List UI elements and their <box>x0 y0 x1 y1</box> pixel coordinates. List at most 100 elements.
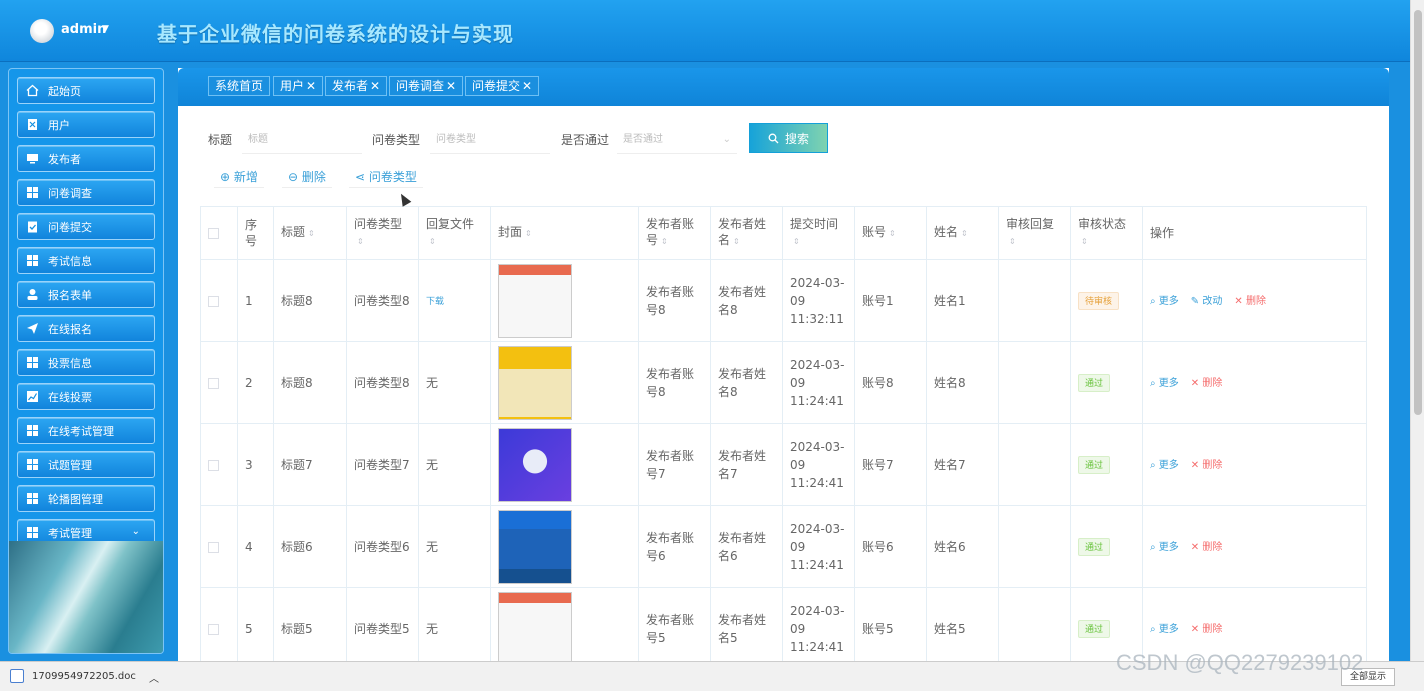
sort-icon[interactable]: ⇕ <box>793 237 800 246</box>
cover-image[interactable] <box>498 427 572 502</box>
pub-account-cell: 发布者账号7 <box>638 423 711 506</box>
caret-down-icon[interactable]: ▼ <box>102 24 109 34</box>
type-filter-input[interactable]: 问卷类型 <box>430 126 550 154</box>
sidebar-item-submissions[interactable]: 问卷提交 <box>17 213 155 240</box>
col-header[interactable]: 回复文件 ⇕ <box>418 206 491 260</box>
sort-icon[interactable]: ⇕ <box>889 229 896 238</box>
search-button-label: 搜索 <box>784 131 809 146</box>
more-button[interactable]: ⌕ 更多 <box>1150 624 1179 635</box>
sidebar-item-exam-info[interactable]: 考试信息 <box>17 247 155 274</box>
sidebar-item-users[interactable]: 用户 <box>17 111 155 138</box>
download-link[interactable]: 下载 <box>426 297 444 307</box>
chevron-up-icon[interactable]: ︿ <box>149 670 159 685</box>
type-cell: 问卷类型8 <box>346 259 419 342</box>
select-all-cell[interactable] <box>200 206 238 260</box>
select-cell[interactable] <box>200 505 238 588</box>
account-cell: 账号5 <box>854 587 927 670</box>
row-checkbox[interactable] <box>208 541 219 553</box>
row-checkbox[interactable] <box>208 377 219 389</box>
delete-row-button[interactable]: ✕ 删除 <box>1191 460 1223 471</box>
sort-icon[interactable]: ⇕ <box>525 229 532 238</box>
tab-publishers[interactable]: 发布者 ✕ <box>325 76 388 96</box>
col-header[interactable]: 姓名 ⇕ <box>926 206 999 260</box>
select-cell[interactable] <box>200 423 238 506</box>
search-icon: ⌕ <box>1150 541 1156 553</box>
sort-icon[interactable]: ⇕ <box>961 229 968 238</box>
status-badge: 通过 <box>1078 538 1111 556</box>
edit-button[interactable]: ✎ 改动 <box>1191 296 1223 307</box>
sidebar-item-vote-info[interactable]: 投票信息 <box>17 349 155 376</box>
passed-filter-select[interactable]: 是否通过 ⌄ <box>617 126 737 154</box>
row-checkbox[interactable] <box>208 295 219 307</box>
delete-button[interactable]: ⊖ 删除 <box>282 166 332 188</box>
col-header[interactable]: 审核回复 ⇕ <box>998 206 1071 260</box>
sort-icon[interactable]: ⇕ <box>308 229 315 238</box>
tab-submissions[interactable]: 问卷提交 ✕ <box>465 76 540 96</box>
tab-label: 问卷调查 <box>396 79 445 93</box>
sort-icon[interactable]: ⇕ <box>357 237 364 246</box>
pub-account-cell: 发布者账号8 <box>638 259 711 342</box>
delete-row-button[interactable]: ✕ 删除 <box>1191 624 1223 635</box>
col-header[interactable]: 标题 ⇕ <box>273 206 347 260</box>
sidebar-item-signup-form[interactable]: 报名表单 <box>17 281 155 308</box>
grid-icon <box>27 527 38 538</box>
title-filter-input[interactable]: 标题 <box>242 126 362 154</box>
cover-image[interactable] <box>498 345 572 420</box>
sort-icon[interactable]: ⇕ <box>661 237 668 246</box>
delete-row-button[interactable]: ✕ 删除 <box>1234 296 1266 307</box>
more-button[interactable]: ⌕ 更多 <box>1150 378 1179 389</box>
index-cell: 1 <box>237 259 274 342</box>
sort-icon[interactable]: ⇕ <box>733 237 740 246</box>
select-cell[interactable] <box>200 587 238 670</box>
col-header[interactable]: 封面 ⇕ <box>490 206 639 260</box>
add-button[interactable]: ⊕ 新增 <box>214 166 264 188</box>
row-checkbox[interactable] <box>208 623 219 635</box>
user-avatar[interactable] <box>30 19 54 43</box>
username-label[interactable]: admin <box>61 22 106 37</box>
scrollbar-thumb[interactable] <box>1414 10 1422 415</box>
cover-image[interactable] <box>498 509 572 584</box>
reply-cell <box>998 587 1071 670</box>
sidebar-item-online-vote[interactable]: 在线投票 <box>17 383 155 410</box>
select-all-checkbox[interactable] <box>208 228 219 239</box>
account-cell: 账号1 <box>854 259 927 342</box>
sort-icon[interactable]: ⇕ <box>1081 237 1088 246</box>
select-cell[interactable] <box>200 259 238 342</box>
col-header[interactable]: 问卷类型 ⇕ <box>346 206 419 260</box>
more-button[interactable]: ⌕ 更多 <box>1150 296 1179 307</box>
more-button[interactable]: ⌕ 更多 <box>1150 460 1179 471</box>
sidebar-item-online-exam-mgmt[interactable]: 在线考试管理 <box>17 417 155 444</box>
tab-users[interactable]: 用户 ✕ <box>273 76 324 96</box>
sidebar-item-carousel-mgmt[interactable]: 轮播图管理 <box>17 485 155 512</box>
col-header[interactable]: 审核状态 ⇕ <box>1070 206 1143 260</box>
sidebar-item-survey[interactable]: 问卷调查 <box>17 179 155 206</box>
tab-home[interactable]: 系统首页 <box>208 76 271 96</box>
sort-icon[interactable]: ⇕ <box>429 237 436 246</box>
cover-image[interactable] <box>498 263 572 338</box>
search-button[interactable]: 搜索 <box>749 123 828 153</box>
delete-row-button[interactable]: ✕ 删除 <box>1191 378 1223 389</box>
close-icon[interactable]: ✕ <box>446 79 456 93</box>
select-cell[interactable] <box>200 341 238 424</box>
close-icon[interactable]: ✕ <box>522 79 532 93</box>
col-header[interactable]: 提交时间 ⇕ <box>782 206 855 260</box>
vertical-scrollbar[interactable] <box>1410 0 1424 661</box>
cover-image[interactable] <box>498 591 572 666</box>
sort-icon[interactable]: ⇕ <box>1009 237 1016 246</box>
sidebar-item-home[interactable]: 起始页 <box>17 77 155 104</box>
delete-row-button[interactable]: ✕ 删除 <box>1191 542 1223 553</box>
survey-type-button[interactable]: ⋖ 问卷类型 <box>349 166 423 188</box>
sidebar-item-online-signup[interactable]: 在线报名 <box>17 315 155 342</box>
row-checkbox[interactable] <box>208 459 219 471</box>
col-header[interactable]: 账号 ⇕ <box>854 206 927 260</box>
sidebar-item-publishers[interactable]: 发布者 <box>17 145 155 172</box>
tab-survey[interactable]: 问卷调查 ✕ <box>389 76 464 96</box>
sidebar-item-question-mgmt[interactable]: 试题管理 <box>17 451 155 478</box>
col-header[interactable]: 发布者姓名 ⇕ <box>710 206 783 260</box>
col-header[interactable]: 发布者账号 ⇕ <box>638 206 711 260</box>
passed-filter-label: 是否通过 <box>561 133 610 147</box>
more-button[interactable]: ⌕ 更多 <box>1150 542 1179 553</box>
close-icon[interactable]: ✕ <box>370 79 380 93</box>
close-icon[interactable]: ✕ <box>306 79 316 93</box>
download-item[interactable]: 1709954972205.doc <box>10 669 136 683</box>
